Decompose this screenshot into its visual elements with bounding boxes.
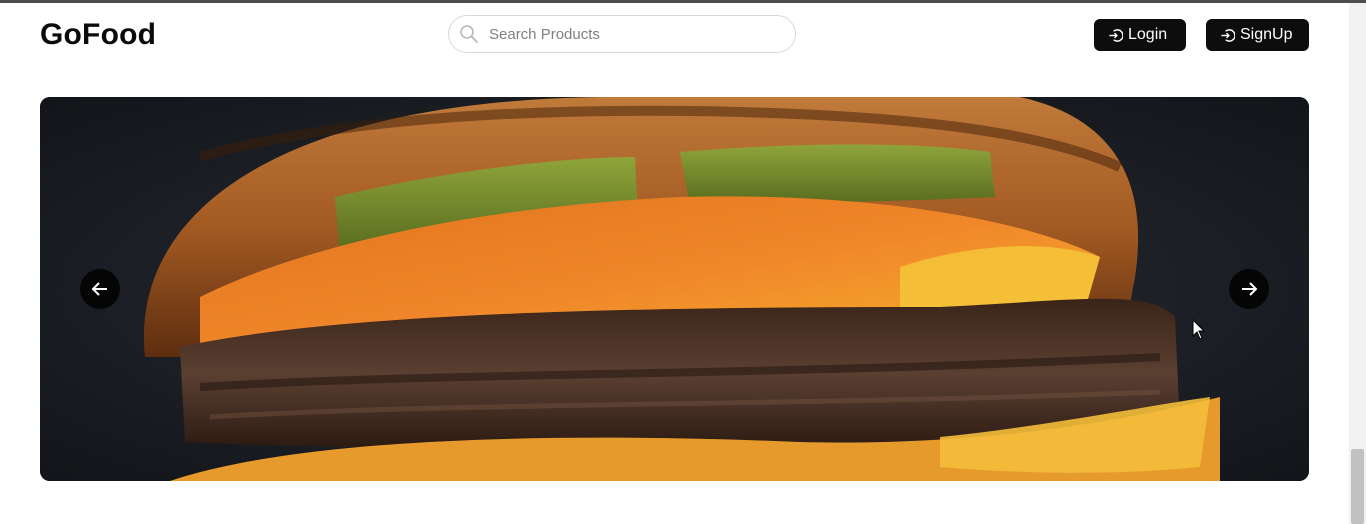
carousel-prev-button[interactable] — [80, 269, 120, 309]
mouse-pointer-icon — [1192, 319, 1206, 340]
signup-label: SignUp — [1240, 26, 1293, 43]
page-scrollbar[interactable] — [1349, 3, 1366, 524]
hero-carousel — [40, 97, 1309, 481]
login-button[interactable]: Login — [1094, 19, 1186, 51]
arrow-right-icon — [1242, 282, 1258, 296]
login-icon — [1109, 28, 1123, 42]
search-input[interactable]: Search Products — [448, 15, 796, 53]
signup-icon — [1221, 28, 1235, 42]
search-icon — [459, 24, 479, 44]
carousel-next-button[interactable] — [1229, 269, 1269, 309]
signup-button[interactable]: SignUp — [1206, 19, 1309, 51]
brand-logo[interactable]: GoFood — [40, 18, 156, 52]
scrollbar-thumb[interactable] — [1351, 449, 1364, 524]
search-placeholder: Search Products — [489, 26, 600, 43]
burger-closeup-photo — [40, 97, 1309, 481]
navbar: GoFood Search Products Login SignUp — [0, 3, 1349, 67]
arrow-left-icon — [91, 282, 107, 296]
login-label: Login — [1128, 26, 1168, 43]
